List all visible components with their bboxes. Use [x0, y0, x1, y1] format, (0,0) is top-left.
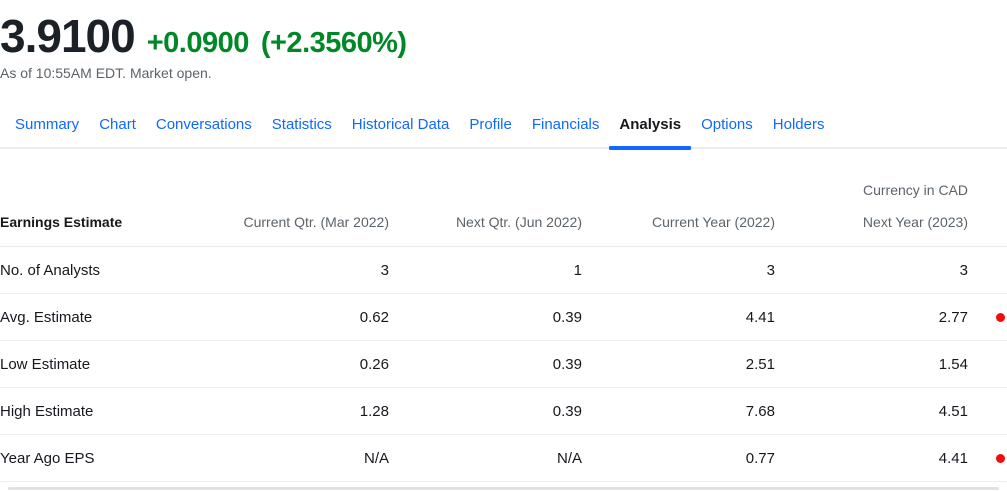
tab-summary[interactable]: Summary	[5, 116, 89, 147]
table-row: High Estimate1.280.397.684.51	[0, 388, 1007, 435]
tab-historical-data[interactable]: Historical Data	[342, 116, 460, 147]
market-status: As of 10:55AM EDT. Market open.	[0, 65, 1007, 81]
price-line: 3.9100 +0.0900 (+2.3560%)	[0, 12, 1007, 60]
tab-statistics[interactable]: Statistics	[262, 116, 342, 147]
cell-value: 0.39	[389, 309, 582, 326]
tab-options[interactable]: Options	[691, 116, 763, 147]
cell-value: 3	[775, 262, 968, 279]
cell-value: 3	[196, 262, 389, 279]
cell-value: 3	[582, 262, 775, 279]
row-label: No. of Analysts	[0, 262, 196, 279]
quote-header: 3.9100 +0.0900 (+2.3560%) As of 10:55AM …	[0, 0, 1007, 81]
column-header: Next Year (2023)	[775, 214, 968, 230]
section-tab-bar: SummaryChartConversationsStatisticsHisto…	[0, 116, 1007, 149]
column-header: Next Qtr. (Jun 2022)	[389, 214, 582, 230]
table-row: Avg. Estimate0.620.394.412.77	[0, 294, 1007, 341]
red-annotation-dot-icon	[996, 313, 1005, 322]
column-header: Current Qtr. (Mar 2022)	[196, 214, 389, 230]
currency-note: Currency in CAD	[0, 182, 1007, 198]
table-title: Earnings Estimate	[0, 214, 196, 230]
table-row: No. of Analysts3133	[0, 247, 1007, 294]
cell-value: 1	[389, 262, 582, 279]
row-label: Low Estimate	[0, 356, 196, 373]
cell-value: 0.62	[196, 309, 389, 326]
cell-value: 0.26	[196, 356, 389, 373]
cell-value: 1.28	[196, 403, 389, 420]
stock-price: 3.9100	[0, 12, 135, 60]
tab-conversations[interactable]: Conversations	[146, 116, 262, 147]
earnings-estimate-table: Earnings Estimate Current Qtr. (Mar 2022…	[0, 198, 1007, 482]
tab-analysis[interactable]: Analysis	[609, 116, 691, 147]
column-header: Current Year (2022)	[582, 214, 775, 230]
tab-profile[interactable]: Profile	[459, 116, 522, 147]
tab-chart[interactable]: Chart	[89, 116, 146, 147]
price-change: +0.0900	[147, 27, 249, 60]
cell-value: 4.41	[582, 309, 775, 326]
tab-holders[interactable]: Holders	[763, 116, 835, 147]
red-annotation-dot-icon	[996, 454, 1005, 463]
cell-value: 4.51	[775, 403, 968, 420]
row-label: Year Ago EPS	[0, 450, 196, 467]
cell-value: 0.39	[389, 403, 582, 420]
table-header-row: Earnings Estimate Current Qtr. (Mar 2022…	[0, 198, 1007, 247]
cell-value: 7.68	[582, 403, 775, 420]
price-change-percent: (+2.3560%)	[261, 27, 407, 60]
cell-value: 2.77	[775, 309, 968, 326]
row-label: Avg. Estimate	[0, 309, 196, 326]
cell-value: 4.41	[775, 450, 968, 467]
cell-value: 2.51	[582, 356, 775, 373]
cell-value: 0.77	[582, 450, 775, 467]
cell-value: 0.39	[389, 356, 582, 373]
horizontal-scrollbar[interactable]	[8, 487, 999, 490]
tab-financials[interactable]: Financials	[522, 116, 610, 147]
cell-value: N/A	[389, 450, 582, 467]
cell-value: 1.54	[775, 356, 968, 373]
row-label: High Estimate	[0, 403, 196, 420]
cell-value: N/A	[196, 450, 389, 467]
table-row: Low Estimate0.260.392.511.54	[0, 341, 1007, 388]
table-row: Year Ago EPSN/AN/A0.774.41	[0, 435, 1007, 482]
